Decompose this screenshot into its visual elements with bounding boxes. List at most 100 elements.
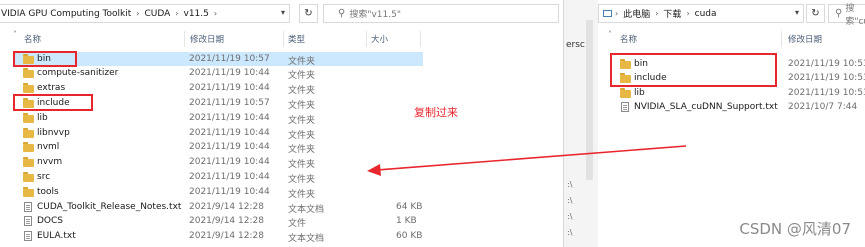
item-name: lib: [634, 87, 645, 98]
partial-glyph: :\: [567, 228, 573, 237]
item-type: 文件夹: [288, 145, 316, 156]
breadcrumb-item[interactable]: 下载: [661, 7, 683, 20]
list-item[interactable]: EULA.txt 2021/9/14 12:28 文本文档 60 KB: [13, 229, 423, 244]
folder-icon: [23, 142, 34, 153]
list-item[interactable]: nvml 2021/11/19 10:44 文件夹: [13, 140, 423, 155]
annotation-text: 复制过来: [414, 106, 458, 119]
item-date: 2021/11/19 10:53: [788, 58, 865, 69]
list-item[interactable]: libnvvp 2021/11/19 10:44 文件夹: [13, 126, 423, 141]
folder-icon: [23, 171, 34, 182]
item-name: extras: [37, 83, 66, 94]
breadcrumb-item[interactable]: cuda: [693, 9, 719, 19]
refresh-button[interactable]: ↻: [806, 4, 825, 23]
folder-icon: [23, 68, 34, 79]
address-bar[interactable]: › 此电脑 › 下载 › cuda ▾: [598, 4, 804, 23]
folder-icon: [23, 83, 34, 94]
item-date: 2021/11/19 10:44: [189, 171, 270, 182]
item-date: 2021/11/19 10:53: [788, 73, 865, 84]
partial-glyph: :\: [567, 180, 573, 189]
computer-icon: [603, 10, 612, 17]
item-name: lib: [37, 112, 48, 123]
list-item[interactable]: lib 2021/11/19 10:53: [608, 86, 865, 101]
watermark: CSDN @风清07: [739, 220, 851, 238]
item-date: 2021/11/19 10:44: [189, 112, 270, 123]
search-placeholder: 搜索"cud: [845, 3, 865, 27]
item-name: nvvm: [37, 157, 63, 168]
file-icon: [24, 216, 32, 227]
chevron-right-icon: ›: [686, 9, 690, 18]
breadcrumb-item[interactable]: CUDA: [142, 9, 172, 19]
item-date: 2021/9/14 12:28: [189, 216, 264, 227]
list-item[interactable]: DOCS 2021/9/14 12:28 文件 1 KB: [13, 214, 423, 229]
scrollbar[interactable]: [586, 20, 593, 180]
item-date: 2021/11/19 10:57: [189, 97, 270, 108]
partial-glyph: :\: [567, 196, 573, 205]
item-type: 文件: [288, 219, 307, 230]
chevron-up-icon: ˄: [608, 30, 612, 39]
column-header-date[interactable]: 修改日期: [190, 33, 224, 45]
left-explorer-pane: VIDIA GPU Computing Toolkit › CUDA › v11…: [0, 0, 563, 247]
column-header-name[interactable]: 名称: [24, 33, 41, 45]
search-placeholder: 搜索"v11.5": [349, 10, 401, 20]
list-item[interactable]: NVIDIA_SLA_cuDNN_Support.txt 2021/10/7 7:…: [608, 100, 865, 115]
breadcrumb-item[interactable]: 此电脑: [621, 7, 652, 20]
item-type: 文件夹: [288, 100, 316, 111]
item-name: CUDA_Toolkit_Release_Notes.txt: [37, 201, 182, 212]
chevron-right-icon: ›: [136, 9, 140, 18]
chevron-down-icon[interactable]: ▾: [281, 8, 285, 17]
item-date: 2021/11/19 10:53: [788, 87, 865, 98]
file-icon: [24, 231, 32, 242]
refresh-button[interactable]: ↻: [299, 4, 318, 23]
folder-icon: [23, 186, 34, 197]
list-item[interactable]: src 2021/11/19 10:44 文件夹: [13, 170, 423, 185]
highlight-box-include: [13, 94, 93, 111]
item-type: 文件夹: [288, 160, 316, 171]
item-size: 1 KB: [396, 216, 417, 227]
list-item[interactable]: CUDA_Toolkit_Release_Notes.txt 2021/9/14 …: [13, 200, 423, 215]
item-date: 2021/9/14 12:28: [189, 201, 264, 212]
item-name: tools: [37, 186, 59, 197]
item-type: 文件夹: [288, 86, 316, 97]
partial-glyph: :\: [567, 212, 573, 221]
address-bar[interactable]: VIDIA GPU Computing Toolkit › CUDA › v11…: [0, 4, 290, 23]
list-item[interactable]: compute-sanitizer 2021/11/19 10:44 文件夹: [13, 66, 423, 81]
column-header-date[interactable]: 修改日期: [788, 33, 822, 45]
refresh-icon: ↻: [811, 8, 820, 19]
file-icon: [621, 102, 629, 113]
background-window-sliver: ersc :\ :\ :\ :\: [563, 0, 599, 247]
column-header-row: ˄ 名称 修改日期 类型 大小: [0, 30, 563, 47]
chevron-up-icon: ˄: [13, 30, 17, 39]
search-icon: ⚲: [338, 8, 346, 19]
column-header-type[interactable]: 类型: [288, 33, 305, 45]
item-date: 2021/11/19 10:44: [189, 142, 270, 153]
item-date: 2021/11/19 10:57: [189, 53, 270, 64]
chevron-down-icon[interactable]: ▾: [795, 8, 799, 17]
item-name: libnvvp: [37, 127, 70, 138]
highlight-box-bin: [13, 51, 77, 67]
item-name: compute-sanitizer: [37, 68, 119, 79]
breadcrumb-item[interactable]: VIDIA GPU Computing Toolkit: [0, 9, 133, 19]
column-header-name[interactable]: 名称: [620, 33, 637, 45]
chevron-right-icon: ›: [175, 9, 179, 18]
folder-icon: [23, 157, 34, 168]
breadcrumb-item[interactable]: v11.5: [182, 9, 211, 19]
item-type: 文件夹: [288, 71, 316, 82]
list-item[interactable]: lib 2021/11/19 10:44 文件夹: [13, 111, 423, 126]
search-input[interactable]: ⚲ 搜索"cud: [828, 4, 865, 27]
item-date: 2021/11/19 10:44: [189, 68, 270, 79]
item-date: 2021/9/14 12:28: [189, 231, 264, 242]
item-name: DOCS: [37, 216, 64, 227]
partial-text: ersc: [566, 40, 585, 50]
list-item[interactable]: nvvm 2021/11/19 10:44 文件夹: [13, 155, 423, 170]
folder-icon: [620, 87, 631, 98]
item-type: 文件夹: [288, 174, 316, 185]
item-date: 2021/11/19 10:44: [189, 157, 270, 168]
column-header-size[interactable]: 大小: [371, 33, 388, 45]
item-type: 文件夹: [288, 115, 316, 126]
column-header-row: ˄ 名称 修改日期: [598, 30, 865, 47]
search-input[interactable]: ⚲ 搜索"v11.5": [323, 4, 559, 23]
item-type: 文件夹: [288, 189, 316, 200]
folder-icon: [23, 112, 34, 123]
list-item[interactable]: tools 2021/11/19 10:44 文件夹: [13, 185, 423, 200]
item-date: 2021/11/19 10:44: [189, 127, 270, 138]
